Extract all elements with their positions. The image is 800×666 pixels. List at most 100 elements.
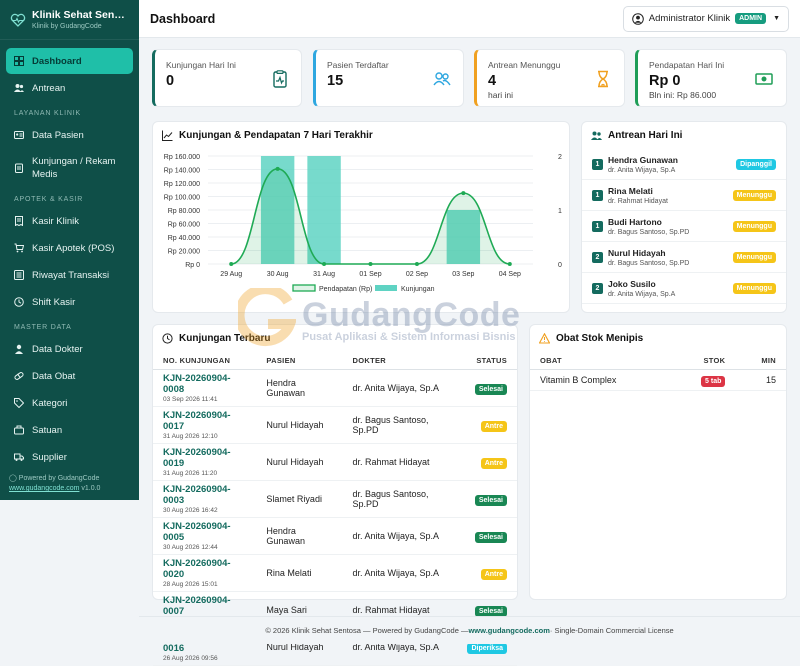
revenue-point-0: [229, 262, 234, 266]
grid-icon: [14, 56, 24, 66]
gudangcode-link[interactable]: www.gudangcode.com: [9, 485, 79, 492]
visit-date: 28 Aug 2026 15:01: [163, 581, 218, 588]
visit-number[interactable]: KJN-20260904-0020: [163, 558, 246, 580]
queue-doctor: dr. Bagus Santoso, Sp.PD: [608, 228, 690, 236]
stat-card-kunjungan: Kunjungan Hari Ini 0: [152, 49, 302, 107]
sidebar-item-satuan[interactable]: Satuan: [6, 417, 133, 443]
clipboard-icon: [15, 163, 23, 173]
visit-status-cell: Selesai: [457, 480, 517, 518]
queue-patient: Rina Melati: [608, 185, 653, 196]
queue-title: Antrean Hari Ini: [608, 130, 683, 141]
table-row[interactable]: KJN-20260904-0020 28 Aug 2026 15:01 Rina …: [153, 554, 517, 592]
sidebar-item-shift-kasir[interactable]: Shift Kasir: [6, 289, 133, 315]
visit-patient: Nurul Hidayah: [256, 406, 343, 444]
doctor-icon: [15, 344, 23, 354]
queue-number: 2: [592, 251, 603, 263]
queue-card: Antrean Hari Ini 1 Hendra Gunawan dr. An…: [581, 121, 787, 313]
visit-status-cell: Antre: [457, 554, 517, 592]
chart-card-header: Kunjungan & Pendapatan 7 Hari Terakhir: [153, 122, 569, 149]
table-row[interactable]: KJN-20260904-0008 03 Sep 2026 11:41 Hendr…: [153, 369, 517, 407]
table-row[interactable]: KJN-20260904-0005 30 Aug 2026 12:44 Hendr…: [153, 517, 517, 555]
x-tick-label: 30 Aug: [267, 271, 289, 278]
brand-name: Klinik Sehat Sentosa: [32, 9, 128, 21]
footer-link[interactable]: www.gudangcode.com: [468, 626, 549, 635]
visit-number[interactable]: KJN-20260904-0008: [163, 373, 246, 395]
visit-date: 30 Aug 2026 16:42: [163, 507, 218, 514]
queue-number: 1: [592, 158, 603, 170]
col-header: NO. KUNJUNGAN: [153, 352, 257, 370]
sidebar-item-kasir-klinik[interactable]: Kasir Klinik: [6, 208, 133, 234]
legend-label-pendapatan: Pendapatan (Rp): [319, 286, 372, 293]
visit-patient: Slamet Riyadi: [256, 480, 343, 518]
queue-item[interactable]: 1 Budi Hartono dr. Bagus Santoso, Sp.PD …: [582, 211, 786, 242]
stat-label: Kunjungan Hari Ini: [166, 60, 236, 70]
table-row[interactable]: KJN-20260904-0003 30 Aug 2026 16:42 Slame…: [153, 480, 517, 518]
visit-status-cell: Selesai: [457, 517, 517, 555]
y-left-tick-label: Rp 20.000: [168, 249, 200, 256]
clock-icon: [14, 297, 24, 307]
visit-patient: Rina Melati: [256, 554, 343, 592]
stat-card-pasien: Pasien Terdaftar 15: [313, 49, 464, 107]
visit-no-cell: KJN-20260904-0008 03 Sep 2026 11:41: [153, 369, 257, 407]
queue-item[interactable]: 1 Rina Melati dr. Rahmat Hidayat Menungg…: [582, 180, 786, 211]
footer-pre: © 2026 Klinik Sehat Sentosa — Powered by…: [265, 626, 469, 635]
sidebar-item-label: Supplier: [32, 451, 67, 463]
revenue-point-4: [414, 262, 419, 266]
visits-card: Kunjungan Terbaru NO. KUNJUNGAN PASIEN D…: [152, 324, 518, 666]
visit-number[interactable]: KJN-20260904-0003: [163, 484, 246, 506]
sidebar-item-kategori[interactable]: Kategori: [6, 390, 133, 416]
y-left-tick-label: Rp 0: [185, 262, 200, 269]
brand[interactable]: Klinik Sehat Sentosa Klinik by GudangCod…: [0, 0, 139, 40]
sidebar-item-dashboard[interactable]: Dashboard: [6, 48, 133, 74]
col-header: OBAT: [530, 352, 671, 370]
table-row[interactable]: KJN-20260904-0017 31 Aug 2026 12:10 Nurul…: [153, 406, 517, 444]
stock-card: Obat Stok Menipis OBAT STOK MIN Vitamin …: [529, 324, 787, 600]
queue-doctor: dr. Rahmat Hidayat: [608, 197, 668, 205]
col-header: MIN: [735, 352, 786, 370]
revenue-point-6: [507, 262, 512, 266]
hourglass-icon: [598, 70, 608, 88]
y-left-tick-label: Rp 120.000: [164, 181, 200, 188]
sidebar-item-data-pasien[interactable]: Data Pasien: [6, 122, 133, 148]
visit-number[interactable]: KJN-20260904-0005: [163, 521, 246, 543]
status-badge: Menunggu: [732, 220, 776, 232]
sidebar-item-riwayat-transaksi[interactable]: Riwayat Transaksi: [6, 262, 133, 288]
sidebar-item-kasir-apotek[interactable]: Kasir Apotek (POS): [6, 235, 133, 261]
stock-cell: 5 tab: [670, 369, 736, 391]
table-row[interactable]: KJN-20260904-0019 31 Aug 2026 11:20 Nurul…: [153, 443, 517, 481]
revenue-point-2: [322, 262, 327, 266]
sidebar-item-antrean[interactable]: Antrean: [6, 75, 133, 101]
visit-number[interactable]: KJN-20260904-0007: [163, 595, 246, 617]
sidebar-item-label: Kategori: [32, 397, 68, 409]
visit-number[interactable]: KJN-20260904-0019: [163, 447, 246, 469]
sidebar-item-kunjungan[interactable]: Kunjungan / Rekam Medis: [6, 149, 133, 187]
topbar: Dashboard Administrator Klinik ADMIN ▼: [139, 0, 800, 38]
x-tick-label: 04 Sep: [499, 271, 521, 278]
visit-number[interactable]: KJN-20260904-0017: [163, 410, 246, 432]
x-tick-label: 03 Sep: [452, 271, 474, 278]
revenue-point-1: [275, 166, 280, 171]
capsule-icon: [14, 372, 24, 380]
stock-header: Obat Stok Menipis: [530, 325, 786, 352]
user-menu-button[interactable]: Administrator Klinik ADMIN ▼: [622, 5, 789, 32]
sidebar-item-data-obat[interactable]: Data Obat: [6, 363, 133, 389]
caret-down-icon: ▼: [773, 15, 780, 22]
queue-item[interactable]: 1 Hendra Gunawan dr. Anita Wijaya, Sp.A …: [582, 149, 786, 180]
sidebar-item-supplier[interactable]: Supplier: [6, 444, 133, 470]
queue-list: 1 Hendra Gunawan dr. Anita Wijaya, Sp.A …: [582, 149, 786, 304]
sidebar-item-label: Antrean: [32, 82, 66, 94]
visit-doctor: dr. Bagus Santoso, Sp.PD: [342, 480, 458, 518]
queue-doctor: dr. Anita Wijaya, Sp.A: [608, 290, 676, 298]
queue-number: 2: [592, 282, 603, 294]
stock-title: Obat Stok Menipis: [556, 333, 644, 344]
queue-item[interactable]: 2 Joko Susilo dr. Anita Wijaya, Sp.A Men…: [582, 273, 786, 304]
receipt-icon: [15, 216, 23, 226]
status-badge: Diperiksa: [467, 643, 507, 654]
bar-kunjungan-2: [307, 156, 341, 264]
sidebar-item-data-dokter[interactable]: Data Dokter: [6, 336, 133, 362]
stat-sub: hari ini: [488, 90, 514, 100]
queue-item[interactable]: 2 Nurul Hidayah dr. Bagus Santoso, Sp.PD…: [582, 242, 786, 273]
users-icon: [14, 84, 24, 92]
chart-card: Kunjungan & Pendapatan 7 Hari Terakhir R…: [152, 121, 570, 313]
queue-patient: Budi Hartono: [608, 216, 662, 227]
